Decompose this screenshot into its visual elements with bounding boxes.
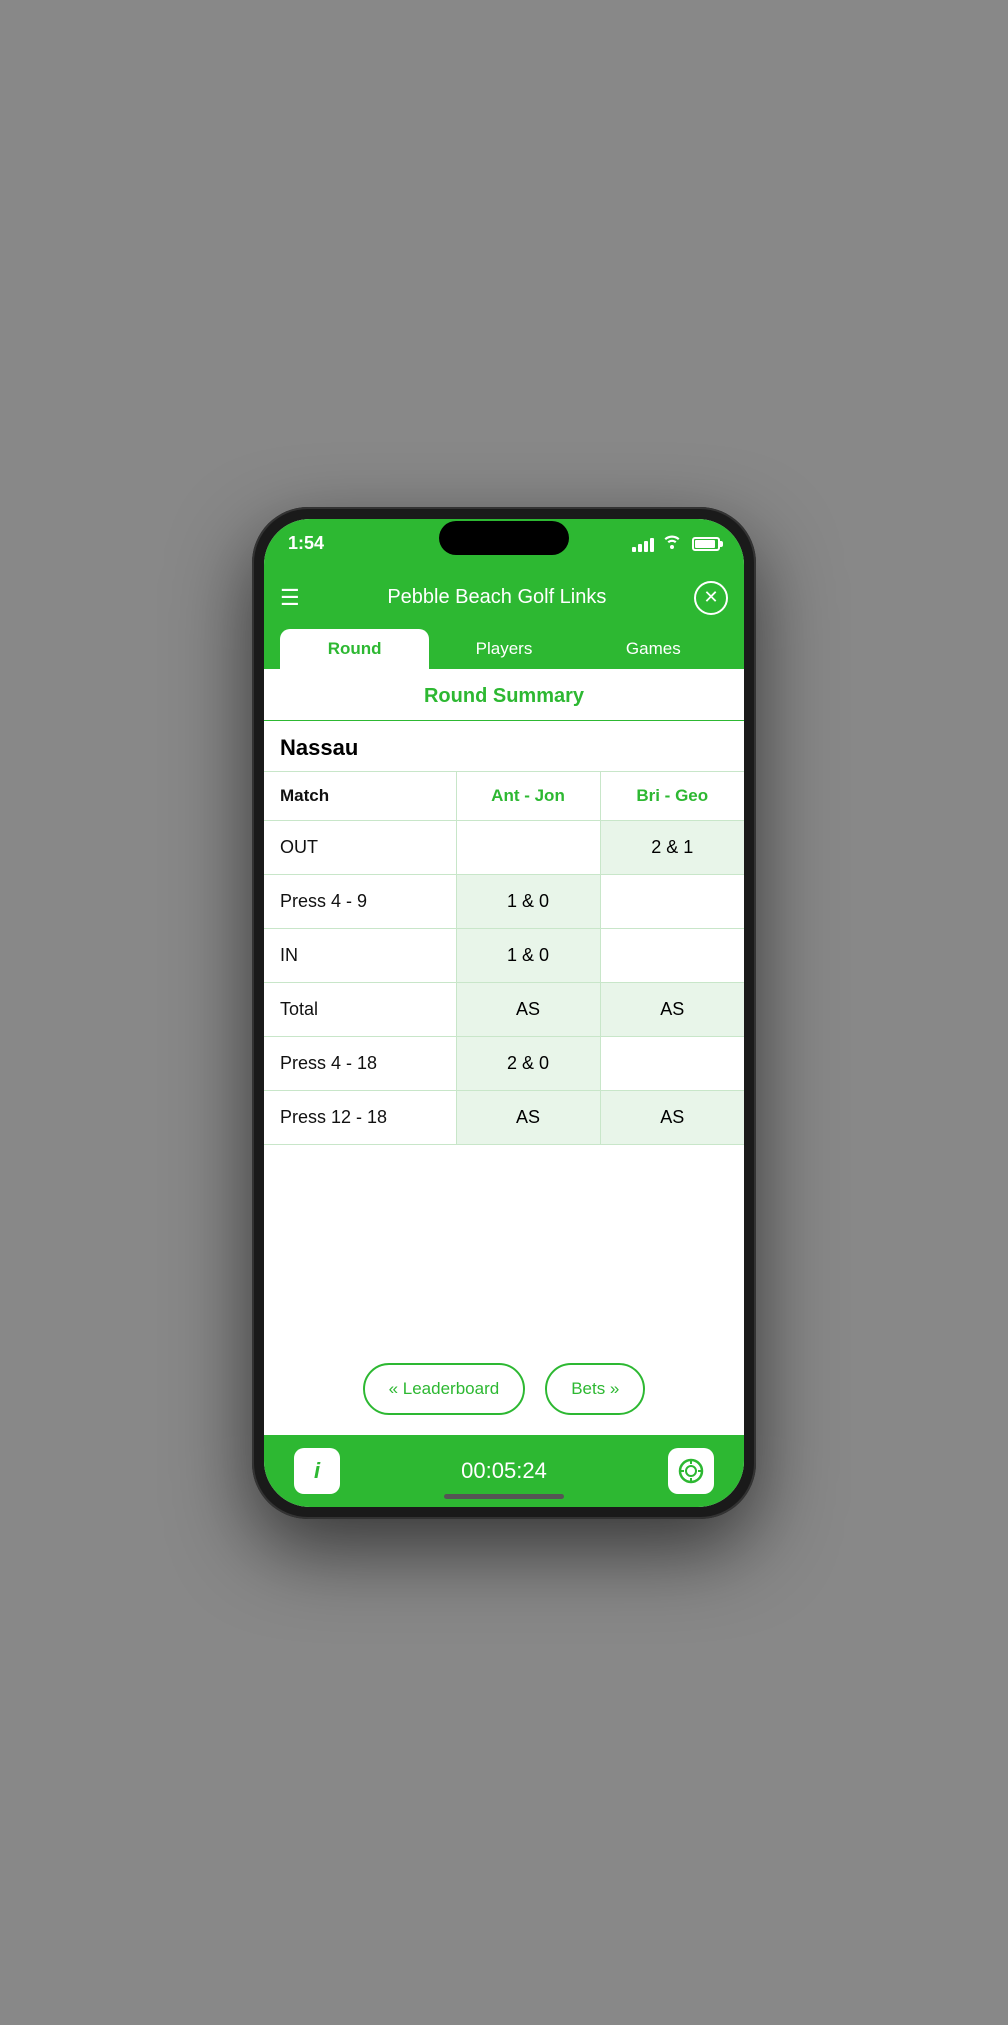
gps-button[interactable]: [668, 1448, 714, 1494]
target-icon: [678, 1458, 704, 1484]
table-row: Press 4 - 91 & 0: [264, 874, 744, 928]
home-indicator: [444, 1494, 564, 1499]
menu-icon[interactable]: ☰: [280, 587, 300, 609]
tab-games[interactable]: Games: [579, 629, 728, 669]
table-row: TotalASAS: [264, 982, 744, 1036]
tabs-row: Round Players Games: [280, 629, 728, 669]
team1-score: AS: [456, 1090, 600, 1144]
leaderboard-button[interactable]: « Leaderboard: [363, 1363, 526, 1415]
team1-score: 2 & 0: [456, 1036, 600, 1090]
battery-icon: [692, 537, 720, 551]
team2-score: [600, 928, 744, 982]
match-label: Press 4 - 18: [264, 1036, 456, 1090]
round-timer: 00:05:24: [461, 1458, 547, 1484]
match-label: Total: [264, 982, 456, 1036]
col-team1: Ant - Jon: [456, 772, 600, 821]
team2-score: AS: [600, 982, 744, 1036]
match-label: OUT: [264, 820, 456, 874]
team2-score: AS: [600, 1090, 744, 1144]
match-label: IN: [264, 928, 456, 982]
team2-score: 2 & 1: [600, 820, 744, 874]
header-row: ☰ Pebble Beach Golf Links ✕: [280, 581, 728, 615]
bottom-nav: « Leaderboard Bets »: [264, 1343, 744, 1435]
info-button[interactable]: i: [294, 1448, 340, 1494]
signal-icon: [632, 536, 654, 552]
table-row: OUT 2 & 1: [264, 820, 744, 874]
table-row: Press 4 - 182 & 0: [264, 1036, 744, 1090]
dynamic-island: [439, 521, 569, 555]
content-area: Round Summary Nassau Match Ant - Jon Bri…: [264, 669, 744, 1435]
status-icons: [632, 533, 720, 554]
team1-score: 1 & 0: [456, 928, 600, 982]
team1-score: [456, 820, 600, 874]
table-row: IN1 & 0: [264, 928, 744, 982]
nassau-section: Nassau Match Ant - Jon Bri - Geo OUT 2 & …: [264, 721, 744, 1145]
match-label: Press 12 - 18: [264, 1090, 456, 1144]
tab-players[interactable]: Players: [429, 629, 578, 669]
close-button[interactable]: ✕: [694, 581, 728, 615]
bets-button[interactable]: Bets »: [545, 1363, 645, 1415]
team1-score: 1 & 0: [456, 874, 600, 928]
phone-frame: 1:54 ☰: [252, 507, 756, 1519]
table-row: Press 12 - 18ASAS: [264, 1090, 744, 1144]
wifi-icon: [662, 533, 682, 554]
col-team2: Bri - Geo: [600, 772, 744, 821]
phone-screen: 1:54 ☰: [264, 519, 744, 1507]
app-header: ☰ Pebble Beach Golf Links ✕ Round Player…: [264, 569, 744, 669]
status-time: 1:54: [288, 533, 324, 554]
nassau-header: Nassau: [264, 721, 744, 772]
team2-score: [600, 874, 744, 928]
tab-round[interactable]: Round: [280, 629, 429, 669]
app-title: Pebble Beach Golf Links: [387, 586, 606, 609]
match-label: Press 4 - 9: [264, 874, 456, 928]
round-summary-title: Round Summary: [264, 669, 744, 721]
match-table: Match Ant - Jon Bri - Geo OUT2 & 1Press …: [264, 772, 744, 1145]
team1-score: AS: [456, 982, 600, 1036]
team2-score: [600, 1036, 744, 1090]
col-match: Match: [264, 772, 456, 821]
